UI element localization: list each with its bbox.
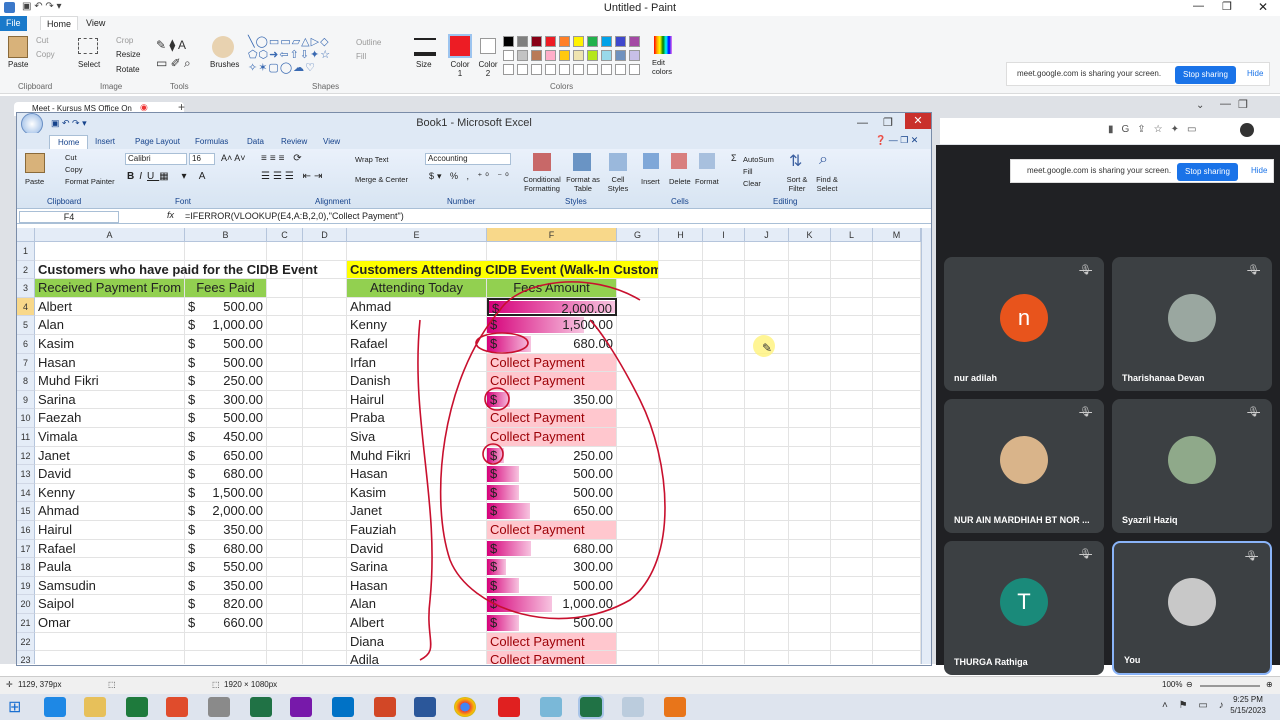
paint-icon[interactable] xyxy=(622,697,644,717)
chrome-icon[interactable] xyxy=(454,697,476,717)
sharing-banner: meet.google.com is sharing your screen. … xyxy=(1010,159,1274,183)
avatar xyxy=(1168,578,1216,626)
recorder-icon[interactable] xyxy=(664,697,686,717)
canvas-size: 1920 × 1080px xyxy=(224,680,278,689)
avatar: n xyxy=(1000,294,1048,342)
outlook-icon[interactable] xyxy=(332,697,354,717)
mic-off-icon: 🎙 xyxy=(1247,265,1260,276)
mic-off-icon: 🎙 xyxy=(1079,549,1092,560)
mic-off-icon: 🎙 xyxy=(1245,551,1258,562)
excel-icon[interactable] xyxy=(250,697,272,717)
avatar xyxy=(1168,436,1216,484)
participant-name: THURGA Rathiga xyxy=(954,657,1028,667)
powerpoint-icon[interactable] xyxy=(374,697,396,717)
cursor-position-icon: ✛ xyxy=(6,680,13,689)
internet-explorer-icon[interactable] xyxy=(44,697,66,717)
windows-taskbar: ⊞ ˄ ⚑ ▭ ♪ 9:25 PM 5/15/2023 xyxy=(0,694,1280,720)
app-icon-5[interactable] xyxy=(208,697,230,717)
participant-tile[interactable]: 🎙 Tharishanaa Devan xyxy=(1112,257,1272,391)
zoom-slider[interactable] xyxy=(1200,685,1260,687)
zoom-out-icon[interactable]: ⊖ xyxy=(1186,680,1193,689)
mic-off-icon: 🎙 xyxy=(1079,407,1092,418)
participant-name: NUR AIN MARDHIAH BT NOR ... xyxy=(954,515,1090,525)
system-tray-icons[interactable]: ˄ ⚑ ▭ ♪ xyxy=(1162,700,1228,711)
svg-text:✎: ✎ xyxy=(762,341,772,355)
avatar: T xyxy=(1000,578,1048,626)
start-button-icon[interactable]: ⊞ xyxy=(8,697,21,717)
zoom-in-icon[interactable]: ⊕ xyxy=(1266,680,1273,689)
avatar xyxy=(1000,436,1048,484)
sharing-text-2: meet.google.com is sharing your screen. xyxy=(1027,166,1172,175)
participant-tile[interactable]: 🎙 T THURGA Rathiga xyxy=(944,541,1104,675)
canvas-size-icon: ⬚ xyxy=(212,680,220,689)
file-explorer-icon[interactable] xyxy=(84,697,106,717)
participant-tile[interactable]: 🎙 n nur adilah xyxy=(944,257,1104,391)
meet-participants-pane: meet.google.com is sharing your screen. … xyxy=(936,145,1280,675)
excel-active-icon[interactable] xyxy=(578,695,604,719)
acrobat-icon[interactable] xyxy=(498,697,520,717)
avatar xyxy=(1168,294,1216,342)
clock-date[interactable]: 5/15/2023 xyxy=(1226,706,1270,715)
hide-link-2[interactable]: Hide xyxy=(1251,160,1267,182)
participant-name: Tharishanaa Devan xyxy=(1122,373,1205,383)
zoom-level: 100% xyxy=(1162,680,1183,689)
participant-name: You xyxy=(1124,655,1141,665)
clock-time[interactable]: 9:25 PM xyxy=(1226,695,1270,704)
word-icon[interactable] xyxy=(414,697,436,717)
onenote-icon[interactable] xyxy=(290,697,312,717)
mic-off-icon: 🎙 xyxy=(1247,407,1260,418)
spreadsheet-app-icon[interactable] xyxy=(126,697,148,717)
selection-icon: ⬚ xyxy=(108,680,116,689)
participant-tile[interactable]: 🎙 NUR AIN MARDHIAH BT NOR ... xyxy=(944,399,1104,533)
app-icon-13[interactable] xyxy=(540,697,562,717)
cursor-position: 1129, 379px xyxy=(18,680,62,689)
paint-status-bar: ✛ 1129, 379px ⬚ ⬚ 1920 × 1080px 100% ⊖ ⊕ xyxy=(0,676,1280,694)
participant-tile[interactable]: 🎙 You xyxy=(1112,541,1272,675)
app-icon-4[interactable] xyxy=(166,697,188,717)
participant-name: nur adilah xyxy=(954,373,998,383)
mic-off-icon: 🎙 xyxy=(1079,265,1092,276)
participant-name: Syazril Haziq xyxy=(1122,515,1178,525)
participant-tile[interactable]: 🎙 Syazril Haziq xyxy=(1112,399,1272,533)
stop-sharing-button-2[interactable]: Stop sharing xyxy=(1177,163,1238,181)
